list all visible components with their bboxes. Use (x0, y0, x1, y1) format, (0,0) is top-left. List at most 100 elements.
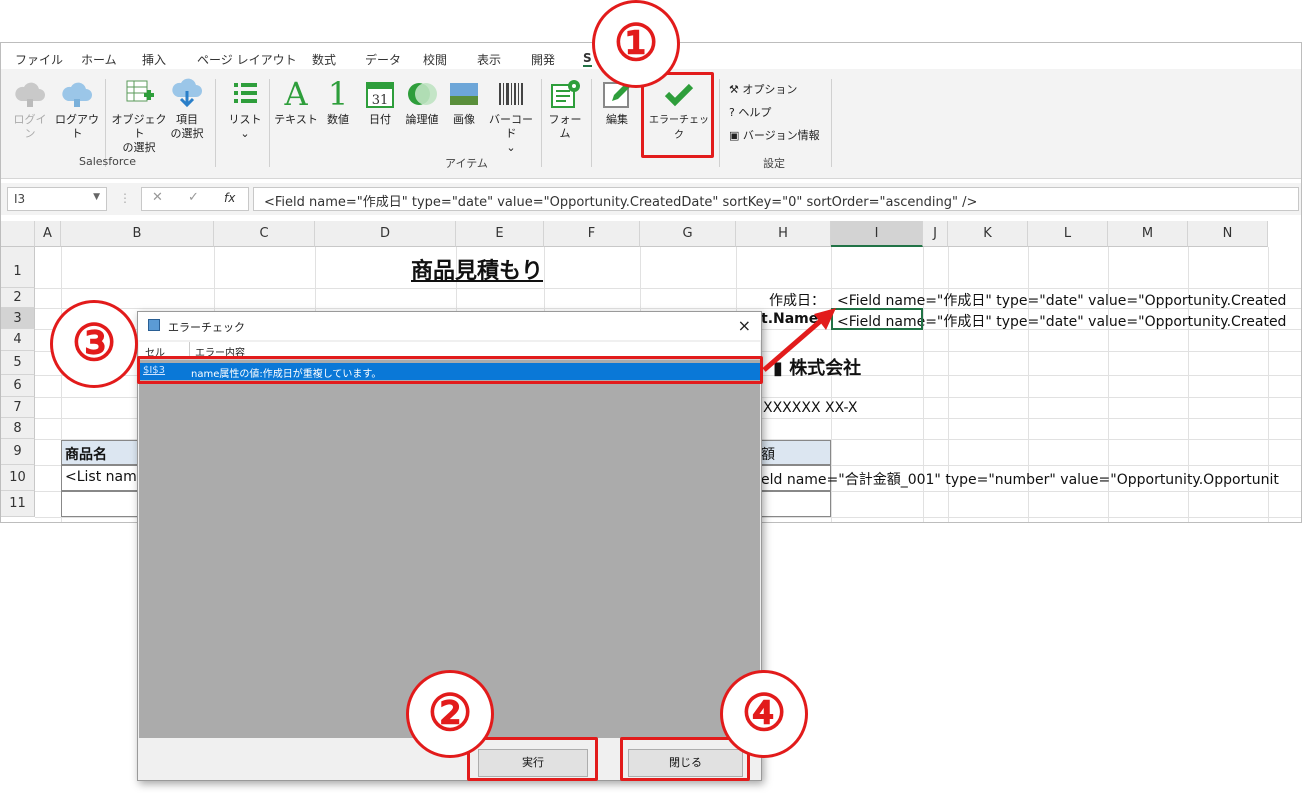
toggle-icon (405, 77, 439, 111)
tab-insert[interactable]: 挿入 (142, 51, 166, 68)
options-label: オプション (742, 83, 798, 96)
callout-1: ① (592, 0, 680, 88)
row-header[interactable]: 5 (1, 351, 35, 375)
boolean-button[interactable]: 論理値 (401, 77, 443, 127)
date-button[interactable]: 31 日付 (361, 77, 399, 127)
ribbon-divider (719, 79, 720, 167)
edit-label: 編集 (606, 113, 628, 126)
form-label: フォーム (548, 113, 582, 140)
row-header[interactable]: 10 (1, 465, 35, 491)
highlight-error-row (137, 356, 763, 384)
more-dots-icon: ⋮ (119, 191, 131, 205)
group-salesforce-label: Salesforce (79, 155, 136, 168)
cell-i2[interactable]: <Field name="作成日" type="date" value="Opp… (837, 290, 1286, 310)
cell-h7[interactable]: XXXXXX XX-X (763, 400, 857, 416)
cell-h9[interactable]: 額 (761, 444, 775, 464)
cell-b9[interactable]: 商品名 (65, 444, 107, 464)
tab-review[interactable]: 校閲 (423, 51, 447, 68)
column-header[interactable]: K (948, 221, 1028, 247)
tab-home[interactable]: ホーム (81, 51, 117, 68)
number-label: 数値 (327, 113, 349, 126)
formula-input[interactable]: <Field name="作成日" type="date" value="Opp… (253, 187, 1299, 211)
tab-data[interactable]: データ (365, 51, 401, 68)
row-header[interactable]: 1 (1, 247, 35, 288)
text-button[interactable]: A テキスト (273, 77, 319, 127)
enter-check-icon[interactable]: ✓ (188, 190, 199, 205)
column-header[interactable]: J (923, 221, 948, 247)
options-button[interactable]: ⚒ オプション (729, 81, 797, 97)
table-add-icon (122, 77, 156, 111)
logout-button[interactable]: ログアウト (53, 77, 101, 141)
row-header[interactable]: 2 (1, 288, 35, 308)
column-header[interactable]: F (544, 221, 640, 247)
column-header[interactable]: B (61, 221, 214, 247)
column-header[interactable]: G (640, 221, 736, 247)
number-one-icon: 1 (327, 75, 349, 113)
login-button[interactable]: ログイン (9, 77, 51, 141)
function-icon[interactable]: fx (224, 191, 235, 205)
column-header[interactable]: D (315, 221, 456, 247)
row-header[interactable]: 11 (1, 491, 35, 517)
row-header[interactable]: 8 (1, 418, 35, 439)
cloud-download-icon (170, 77, 204, 111)
version-button[interactable]: ▣ バージョン情報 (729, 127, 820, 143)
cell-b10[interactable]: <List nam (65, 469, 137, 485)
chevron-down-icon: ⌄ (506, 141, 516, 154)
form-gear-icon (548, 77, 582, 111)
select-all-corner[interactable] (1, 221, 35, 247)
list-button[interactable]: リスト ⌄ (225, 77, 265, 141)
callout-4: ④ (720, 670, 808, 758)
column-header[interactable]: N (1188, 221, 1268, 247)
group-settings-label: 設定 (763, 157, 785, 170)
gridline (35, 288, 1301, 289)
select-item-button[interactable]: 項目 の選択 (167, 77, 207, 141)
column-header-selected[interactable]: I (831, 221, 923, 247)
cell-h10[interactable]: eld name="合計金額_001" type="number" value=… (761, 469, 1279, 489)
select-object-label-2: の選択 (122, 141, 156, 154)
column-header[interactable]: A (35, 221, 61, 247)
list-icon (228, 77, 262, 111)
row-header[interactable]: 4 (1, 329, 35, 351)
ribbon-divider (215, 79, 216, 167)
name-box[interactable]: I3 ▼ (7, 187, 107, 211)
column-header[interactable]: E (456, 221, 544, 247)
select-object-button[interactable]: オブジェクト の選択 (111, 77, 167, 155)
barcode-button[interactable]: バーコード ⌄ (485, 77, 537, 155)
red-arrow (762, 308, 836, 372)
select-item-label-1: 項目 (176, 113, 198, 126)
row-header[interactable]: 7 (1, 397, 35, 418)
form-button[interactable]: フォーム (545, 77, 585, 141)
column-header[interactable]: H (736, 221, 831, 247)
boolean-label: 論理値 (405, 113, 439, 126)
tab-formulas[interactable]: 数式 (312, 51, 336, 68)
barcode-icon (494, 77, 528, 111)
column-header[interactable]: C (214, 221, 315, 247)
ribbon-divider (591, 79, 592, 167)
chevron-down-icon[interactable]: ▼ (93, 192, 100, 202)
image-label: 画像 (453, 113, 475, 126)
help-button[interactable]: ? ヘルプ (729, 104, 771, 120)
tab-file[interactable]: ファイル (15, 51, 63, 68)
group-items-label: アイテム (445, 157, 488, 170)
row-header[interactable]: 9 (1, 439, 35, 465)
number-button[interactable]: 1 数値 (321, 77, 355, 127)
row-header-selected[interactable]: 3 (1, 308, 35, 329)
name-box-value: I3 (14, 192, 26, 206)
info-window-icon: ▣ (729, 129, 740, 142)
tab-developer[interactable]: 開発 (531, 51, 555, 68)
column-header[interactable]: M (1108, 221, 1188, 247)
tab-page-layout[interactable]: ページ レイアウト (197, 51, 297, 68)
column-header[interactable]: L (1028, 221, 1108, 247)
callout-2: ② (406, 670, 494, 758)
ribbon-divider (269, 79, 270, 167)
ribbon-divider (541, 79, 542, 167)
tab-salesforce[interactable]: S (583, 51, 592, 67)
dialog-app-icon (148, 319, 160, 331)
cancel-icon[interactable]: ✕ (152, 190, 163, 205)
image-button[interactable]: 画像 (447, 77, 481, 127)
login-label: ログイン (13, 113, 47, 140)
dialog-title: エラーチェック (168, 321, 245, 334)
close-icon[interactable]: × (738, 316, 751, 335)
row-header[interactable]: 6 (1, 375, 35, 397)
tab-view[interactable]: 表示 (477, 51, 501, 68)
